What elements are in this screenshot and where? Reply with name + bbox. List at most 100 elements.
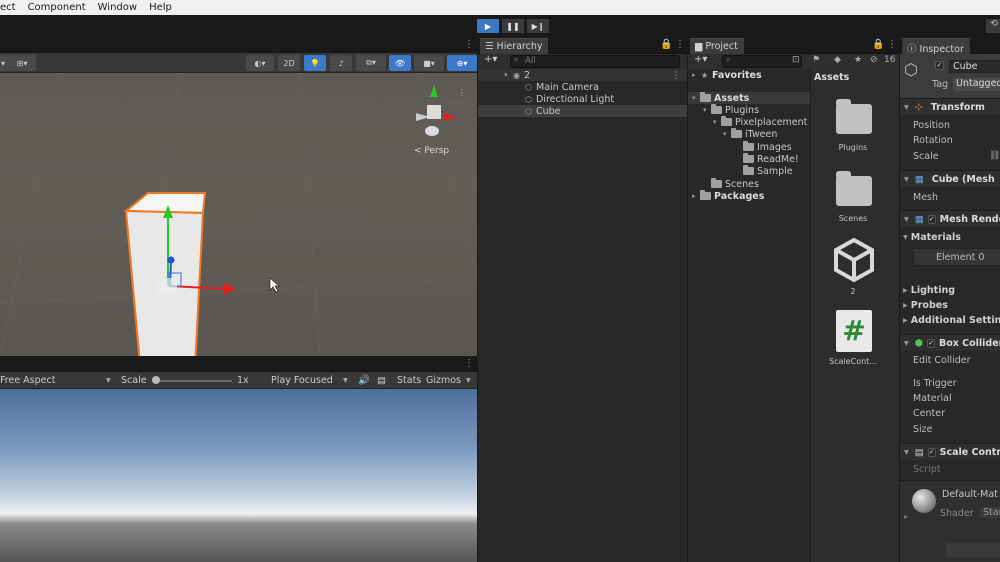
chevron-right-icon[interactable]: ▸ <box>904 512 908 521</box>
lighting-foldout[interactable]: ▸ Lighting <box>903 285 955 296</box>
effects-icon[interactable]: ⧉▾ <box>356 55 386 71</box>
mesh-renderer-checkbox[interactable]: ✓ <box>927 214 936 224</box>
material-sphere-icon <box>912 489 936 513</box>
scale-slider-handle[interactable] <box>152 376 160 384</box>
add-icon[interactable]: +▾ <box>694 54 707 65</box>
tag-dropdown[interactable]: Untagged <box>953 78 1000 91</box>
visibility-icon[interactable]: 👁 <box>389 55 411 71</box>
play-mode-dropdown[interactable]: Play Focused <box>271 375 333 386</box>
project-favorites[interactable]: ▸ ★ Favorites <box>692 69 762 81</box>
chevron-down-icon[interactable]: ▾ <box>703 106 711 114</box>
hierarchy-item-main-camera[interactable]: ⬡ Main Camera <box>524 81 599 93</box>
mute-audio-icon[interactable]: 🔊 <box>358 375 370 386</box>
add-component-button[interactable] <box>946 543 1000 557</box>
gizmos-icon[interactable]: ⊕▾ <box>447 55 477 71</box>
mesh-filter-header[interactable]: ▾ ▦ Cube (Mesh <box>900 170 1000 187</box>
game-tabbar: ⋮ <box>0 356 477 373</box>
scene-toolbar: ▾ ⊞▾ ◐▾ 2D 💡 ♪ ⧉▾ 👁 ■▾ ⊕▾ <box>0 53 477 73</box>
project-folder-images[interactable]: Images <box>743 141 792 153</box>
add-icon[interactable]: +▾ <box>484 54 497 65</box>
mode-2d-button[interactable]: 2D <box>278 55 300 71</box>
project-tabbar: ▆ Project 🔒 ⋮ <box>688 37 899 54</box>
project-assets-folder[interactable]: ▾ Assets <box>688 92 810 104</box>
step-button[interactable]: ▶❙ <box>527 19 549 33</box>
project-search-input[interactable] <box>722 55 802 68</box>
asset-folder-plugins-icon[interactable] <box>836 99 872 134</box>
object-name-field[interactable]: Cube <box>949 60 1000 73</box>
scale-control-checkbox[interactable]: ✓ <box>927 447 936 457</box>
pause-button[interactable]: ❚❚ <box>502 19 524 33</box>
project-folder-pixelplacement[interactable]: ▾ Pixelplacement <box>713 116 807 128</box>
menu-item-edit[interactable]: ect <box>0 2 22 13</box>
more-icon[interactable]: ⋮ <box>464 358 474 369</box>
hierarchy-scene-row[interactable]: ▾ ◉ 2 ⋮ <box>478 69 687 81</box>
transform-header[interactable]: ▾ ⊹ Transform <box>900 98 1000 115</box>
history-icon[interactable]: ⟲ <box>986 19 1000 33</box>
chevron-down-icon[interactable]: ▾ <box>504 71 512 79</box>
gizmos-button[interactable]: Gizmos <box>426 375 461 386</box>
layout-icon[interactable]: ▤ <box>377 375 386 386</box>
unity-scene-asset-icon[interactable] <box>834 238 874 282</box>
hierarchy-search-input[interactable]: All <box>510 55 680 68</box>
chevron-down-icon[interactable]: ▾ <box>713 118 721 126</box>
chevron-right-icon[interactable]: ▸ <box>692 192 700 200</box>
hierarchy-item-cube[interactable]: ⬡ Cube <box>478 105 687 117</box>
favorite-icon[interactable]: ★ <box>854 55 862 65</box>
chevron-down-icon[interactable]: ▾ <box>723 130 731 138</box>
grid-snap-icon[interactable]: ⊞▾ <box>8 55 36 71</box>
filter-type-icon[interactable]: ⚑ <box>812 55 820 65</box>
more-icon[interactable]: ⋮ <box>672 70 682 81</box>
additional-settings-foldout[interactable]: ▸ Additional Setting <box>903 315 1000 326</box>
mesh-renderer-header[interactable]: ▾ ▦ ✓ Mesh Rende <box>900 210 1000 227</box>
csharp-script-icon[interactable]: # <box>836 310 872 352</box>
project-folder-scenes[interactable]: Scenes <box>711 178 759 190</box>
project-folder-plugins[interactable]: ▾ Plugins <box>703 104 759 116</box>
project-packages[interactable]: ▸ Packages <box>692 190 764 202</box>
audio-icon[interactable]: ♪ <box>330 55 352 71</box>
chevron-right-icon[interactable]: ▸ <box>692 71 700 79</box>
element-0-field[interactable]: Element 0 <box>913 248 1000 266</box>
materials-foldout[interactable]: ▾ Materials <box>903 232 961 243</box>
scale-slider-track[interactable] <box>152 380 232 382</box>
chevron-down-icon: ▾ <box>106 375 111 386</box>
filter-label-icon[interactable]: ◆ <box>834 55 841 65</box>
hierarchy-item-directional-light[interactable]: ⬡ Directional Light <box>524 93 614 105</box>
aspect-dropdown[interactable]: Free Aspect <box>0 375 55 386</box>
persp-label[interactable]: < Persp <box>414 146 449 156</box>
tab-inspector[interactable]: ⓘ Inspector <box>902 38 970 55</box>
shading-mode-icon[interactable]: ◐▾ <box>246 55 274 71</box>
probes-foldout[interactable]: ▸ Probes <box>903 300 948 311</box>
scale-control-header[interactable]: ▾ ▤ ✓ Scale Contr <box>900 443 1000 460</box>
active-checkbox[interactable]: ✓ <box>935 61 944 70</box>
more-icon[interactable]: ⋮ <box>464 39 474 50</box>
box-collider-checkbox[interactable]: ✓ <box>927 338 935 348</box>
camera-icon[interactable]: ■▾ <box>414 55 444 71</box>
play-button[interactable]: ▶ <box>477 19 499 33</box>
hidden-packages-icon[interactable]: ⊘ <box>870 55 878 65</box>
asset-folder-scenes-icon[interactable] <box>836 171 872 206</box>
tab-hierarchy[interactable]: ☰ Hierarchy <box>480 38 549 54</box>
hierarchy-tabbar: ☰ Hierarchy 🔒 ⋮ <box>478 37 687 54</box>
lock-icon[interactable]: 🔒 <box>872 39 884 50</box>
scene-view[interactable]: ⋮ < Persp <box>0 73 477 356</box>
lock-icon[interactable]: 🔒 <box>660 39 672 50</box>
orientation-gizmo-icon[interactable]: ⋮ <box>410 83 470 153</box>
project-folder-itween[interactable]: ▾ iTween <box>723 128 777 140</box>
more-icon[interactable]: ⋮ <box>887 39 897 50</box>
project-folder-sample[interactable]: Sample <box>743 165 793 177</box>
lighting-icon[interactable]: 💡 <box>304 55 326 71</box>
game-view[interactable] <box>0 389 477 562</box>
menu-item-window[interactable]: Window <box>92 2 143 13</box>
menu-item-component[interactable]: Component <box>22 2 92 13</box>
box-collider-header[interactable]: ▾ ⬢ ✓ Box Collider <box>900 334 1000 351</box>
project-folder-readme[interactable]: ReadMe! <box>743 153 799 165</box>
more-icon[interactable]: ⋮ <box>675 39 685 50</box>
stats-button[interactable]: Stats <box>397 375 421 386</box>
menu-item-help[interactable]: Help <box>143 2 178 13</box>
tab-project[interactable]: ▆ Project <box>690 38 744 54</box>
link-icon[interactable]: ⛓ <box>989 151 1000 161</box>
shader-dropdown[interactable]: Stan <box>980 507 1000 518</box>
save-search-icon[interactable]: ⊡ <box>792 55 800 65</box>
chevron-down-icon[interactable]: ▾ <box>692 94 700 102</box>
edit-collider-label[interactable]: Edit Collider <box>913 355 971 366</box>
